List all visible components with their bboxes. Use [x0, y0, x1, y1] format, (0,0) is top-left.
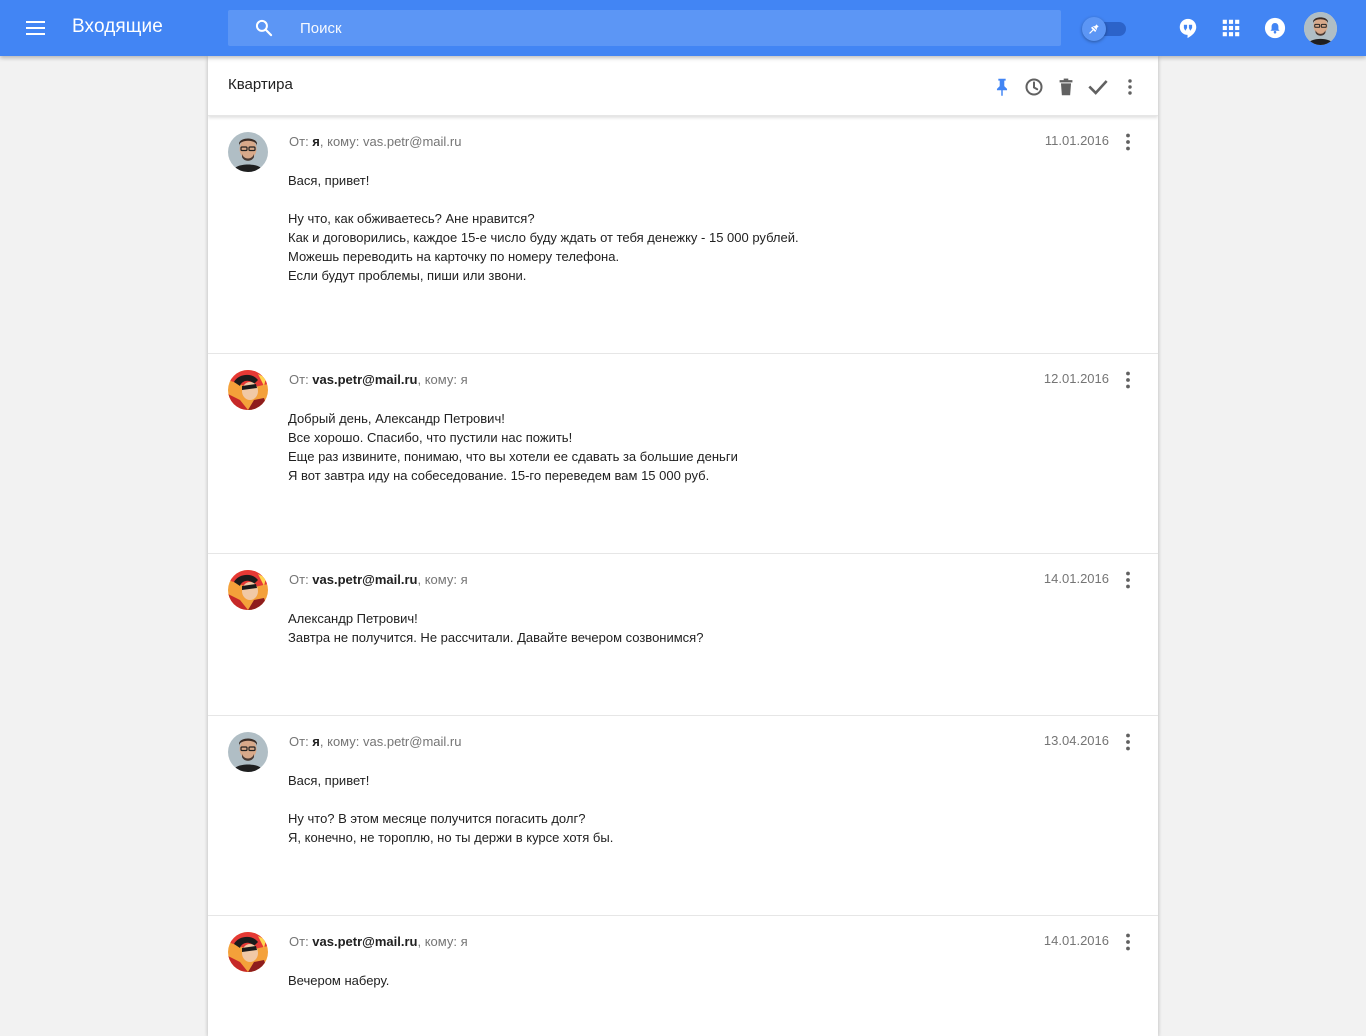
message-meta: От: vas.petr@mail.ru, кому: я [289, 934, 468, 949]
thread-header: Квартира [208, 56, 1158, 116]
message-body: Вася, привет! Ну что, как обживаетесь? Ан… [288, 171, 1088, 285]
message-line: Как и договорились, каждое 15-е число бу… [288, 230, 799, 245]
message-date: 14.01.2016 [1043, 571, 1109, 586]
app-title: Входящие [72, 16, 163, 37]
account-avatar[interactable] [1304, 12, 1337, 45]
message-list: От: я, кому: vas.petr@mail.ru 11.01.2016 В… [208, 116, 1158, 1036]
from-label: От: [289, 734, 313, 749]
recipient-name: я [460, 372, 468, 387]
message-date: 12.01.2016 [1043, 371, 1109, 386]
message-line [288, 190, 1088, 209]
thread-subject: Квартира [228, 76, 293, 93]
to-label: , кому: [417, 572, 461, 587]
avatar-sender[interactable] [228, 932, 268, 972]
message-line: Я, конечно, не тороплю, но ты держи в ку… [288, 830, 614, 845]
menu-icon[interactable] [22, 16, 50, 40]
pin-icon [1089, 24, 1099, 34]
message-body: Вася, привет! Ну что? В этом месяце получ… [288, 771, 1088, 847]
apps-grid-icon[interactable] [1220, 17, 1242, 39]
app-bar: Входящие [0, 0, 1366, 56]
to-label: , кому: [417, 934, 461, 949]
message-meta: От: я, кому: vas.petr@mail.ru [289, 134, 461, 149]
search-input[interactable] [300, 10, 1040, 46]
message-body: Вечером наберу. [288, 971, 1088, 990]
trash-icon[interactable] [1055, 76, 1077, 98]
more-vert-icon[interactable] [1119, 76, 1141, 98]
message-date: 14.01.2016 [1043, 933, 1109, 948]
pin-icon[interactable] [991, 76, 1013, 98]
sender-name: я [312, 134, 320, 149]
more-vert-icon[interactable] [1116, 930, 1140, 954]
hangouts-icon[interactable] [1177, 17, 1199, 39]
from-label: От: [289, 372, 313, 387]
more-vert-icon[interactable] [1116, 130, 1140, 154]
message-line: Вася, привет! [288, 173, 370, 188]
message-line: Если будут проблемы, пиши или звони. [288, 268, 527, 283]
to-label: , кому: [417, 372, 461, 387]
avatar-me-image [1304, 12, 1337, 45]
sender-name: vas.petr@mail.ru [312, 934, 418, 949]
message-date: 11.01.2016 [1044, 133, 1109, 148]
message-line: Ну что? В этом месяце получится погасить… [288, 811, 586, 826]
more-vert-icon[interactable] [1116, 368, 1140, 392]
avatar-me[interactable] [228, 732, 268, 772]
message-line: Вечером наберу. [288, 973, 390, 988]
message-line: Завтра не получится. Не рассчитали. Дава… [288, 630, 704, 645]
message-item[interactable]: От: я, кому: vas.petr@mail.ru 13.04.2016 В… [208, 716, 1158, 916]
to-label: , кому: [319, 134, 363, 149]
search-icon[interactable] [254, 18, 274, 38]
sender-name: vas.petr@mail.ru [312, 572, 418, 587]
message-item[interactable]: От: vas.petr@mail.ru, кому: я 14.01.2016 В… [208, 916, 1158, 1036]
conversation-card: Квартира От: я, кому: vas.petr@mail.ru 11… [208, 56, 1158, 1036]
message-body: Добрый день, Александр Петрович! Все хоро… [288, 409, 1088, 485]
from-label: От: [289, 934, 313, 949]
to-label: , кому: [319, 734, 363, 749]
message-item[interactable]: От: vas.petr@mail.ru, кому: я 14.01.2016 А… [208, 554, 1158, 716]
recipient-name: vas.petr@mail.ru [363, 134, 462, 149]
message-meta: От: vas.petr@mail.ru, кому: я [289, 572, 468, 587]
recipient-name: vas.petr@mail.ru [363, 734, 462, 749]
bell-icon[interactable] [1264, 17, 1286, 39]
more-vert-icon[interactable] [1116, 730, 1140, 754]
message-meta: От: vas.petr@mail.ru, кому: я [289, 372, 468, 387]
clock-icon[interactable] [1023, 76, 1045, 98]
message-line: Еще раз извините, понимаю, что вы хотели… [288, 449, 738, 464]
sender-name: я [312, 734, 320, 749]
message-line: Ну что, как обживаетесь? Ане нравится? [288, 211, 535, 226]
pinned-toggle[interactable] [1080, 16, 1130, 42]
recipient-name: я [460, 934, 468, 949]
from-label: От: [289, 134, 313, 149]
avatar-me[interactable] [228, 132, 268, 172]
toggle-knob[interactable] [1082, 17, 1106, 41]
search-box[interactable] [228, 10, 1061, 46]
sender-name: vas.petr@mail.ru [312, 372, 418, 387]
message-line: Можешь переводить на карточку по номеру … [288, 249, 620, 264]
message-line: Все хорошо. Спасибо, что пустили нас пож… [288, 430, 573, 445]
message-item[interactable]: От: vas.petr@mail.ru, кому: я 12.01.2016 Д… [208, 354, 1158, 554]
avatar-sender[interactable] [228, 570, 268, 610]
message-date: 13.04.2016 [1043, 733, 1109, 748]
recipient-name: я [460, 572, 468, 587]
from-label: От: [289, 572, 313, 587]
message-line: Добрый день, Александр Петрович! [288, 411, 505, 426]
message-meta: От: я, кому: vas.petr@mail.ru [289, 734, 461, 749]
more-vert-icon[interactable] [1116, 568, 1140, 592]
message-line: Я вот завтра иду на собеседование. 15-го… [288, 468, 710, 483]
message-line [288, 790, 1088, 809]
message-body: Александр Петрович! Завтра не получится. … [288, 609, 1088, 647]
message-line: Александр Петрович! [288, 611, 418, 626]
message-line: Вася, привет! [288, 773, 370, 788]
avatar-sender[interactable] [228, 370, 268, 410]
message-item[interactable]: От: я, кому: vas.petr@mail.ru 11.01.2016 В… [208, 116, 1158, 354]
check-icon[interactable] [1087, 76, 1109, 98]
